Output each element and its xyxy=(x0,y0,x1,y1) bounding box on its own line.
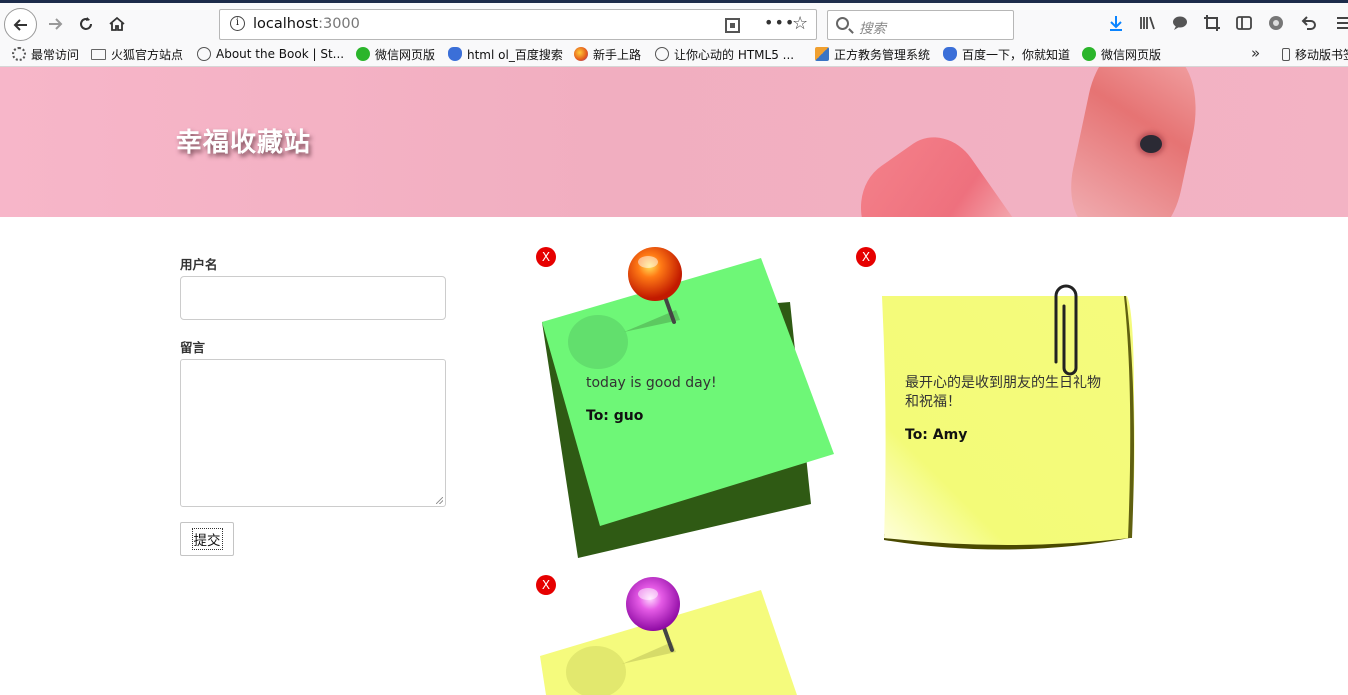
watermelon-seed xyxy=(1140,135,1162,153)
note-text: today is good day! xyxy=(586,375,717,391)
submit-button[interactable]: 提交 xyxy=(180,522,234,556)
close-note-button[interactable]: X xyxy=(856,247,876,267)
baidu-icon xyxy=(448,47,462,61)
screenshot-icon[interactable] xyxy=(1201,12,1223,34)
note-recipient: To: guo xyxy=(586,408,644,424)
resize-handle-icon[interactable] xyxy=(436,497,443,504)
reload-icon xyxy=(80,17,92,30)
forward-button[interactable] xyxy=(40,9,70,39)
bookmark-item[interactable]: 让你心动的 HTML5 ... xyxy=(655,45,794,63)
cube-icon xyxy=(815,47,829,61)
extension-icon[interactable] xyxy=(1265,12,1287,34)
chat-icon[interactable] xyxy=(1169,12,1191,34)
note-card: X 最开心的是收到朋友的生日礼物和祝福！ To: Amy xyxy=(848,240,1148,560)
reload-button[interactable] xyxy=(71,9,101,39)
note-recipient: To: Amy xyxy=(905,427,968,443)
info-icon[interactable]: i xyxy=(230,16,245,31)
bookmark-item[interactable]: About the Book | St... xyxy=(197,45,344,63)
note-card: X xyxy=(528,568,848,695)
more-actions-icon[interactable]: ••• xyxy=(764,13,795,32)
arrow-left-icon xyxy=(13,18,27,31)
username-input[interactable] xyxy=(180,276,446,320)
search-icon xyxy=(836,17,849,30)
address-bar[interactable]: i localhost:3000 ••• ☆ xyxy=(219,9,817,40)
firefox-icon xyxy=(574,47,588,61)
wechat-icon xyxy=(356,47,370,61)
browser-toolbar: i localhost:3000 ••• ☆ 搜索 xyxy=(0,0,1348,42)
bookmarks-bar: 最常访问 火狐官方站点 About the Book | St... 微信网页版… xyxy=(0,42,1348,67)
undo-icon[interactable] xyxy=(1297,12,1319,34)
arrow-right-icon xyxy=(49,18,63,30)
bookmark-item[interactable]: 新手上路 xyxy=(574,45,641,63)
star-icon[interactable]: ☆ xyxy=(792,13,808,34)
home-icon xyxy=(109,16,125,31)
watermelon-decoration xyxy=(1061,67,1209,217)
globe-icon xyxy=(197,47,211,61)
watermelon-decoration xyxy=(838,121,1032,217)
purple-pushpin-icon xyxy=(626,577,680,652)
bookmark-item[interactable]: 百度一下，你就知道 xyxy=(943,45,1070,63)
message-textarea[interactable] xyxy=(180,359,446,507)
bookmark-item[interactable]: html ol_百度搜索 xyxy=(448,45,563,63)
download-icon[interactable] xyxy=(1105,12,1127,34)
globe-icon xyxy=(655,47,669,61)
phone-icon xyxy=(1282,47,1290,61)
baidu-icon xyxy=(943,47,957,61)
username-label: 用户名 xyxy=(180,257,218,272)
site-title: 幸福收藏站 xyxy=(176,128,312,158)
wechat-icon xyxy=(1082,47,1096,61)
library-icon[interactable] xyxy=(1136,12,1158,34)
bookmark-item[interactable]: 微信网页版 xyxy=(1082,45,1161,63)
url-text[interactable]: localhost:3000 xyxy=(253,16,360,32)
sidebar-icon[interactable] xyxy=(1233,12,1255,34)
folder-icon xyxy=(91,48,106,60)
search-input[interactable]: 搜索 xyxy=(827,10,1014,40)
bookmark-item[interactable]: 微信网页版 xyxy=(356,45,435,63)
mobile-bookmarks[interactable]: 移动版书签 xyxy=(1282,45,1348,63)
menu-icon[interactable] xyxy=(1331,12,1348,34)
bookmark-item[interactable]: 最常访问 xyxy=(12,45,79,63)
note-card: X today is good day! To: guo xyxy=(528,240,848,570)
header-banner: 幸福收藏站 xyxy=(0,67,1348,217)
back-button[interactable] xyxy=(4,8,37,41)
search-placeholder: 搜索 xyxy=(859,21,886,37)
close-note-button[interactable]: X xyxy=(536,575,556,595)
red-pushpin-icon xyxy=(628,247,682,324)
message-label: 留言 xyxy=(180,340,206,355)
bookmark-item[interactable]: 正方教务管理系统 xyxy=(815,45,930,63)
chevron-double-right-icon[interactable]: » xyxy=(1251,44,1260,62)
note-text: 最开心的是收到朋友的生日礼物和祝福！ xyxy=(905,375,1101,410)
paperclip-icon xyxy=(1054,284,1078,376)
home-button[interactable] xyxy=(102,9,132,39)
gear-icon xyxy=(12,47,26,61)
bookmark-item[interactable]: 火狐官方站点 xyxy=(91,45,183,63)
qr-code-icon[interactable] xyxy=(725,18,740,33)
close-note-button[interactable]: X xyxy=(536,247,556,267)
